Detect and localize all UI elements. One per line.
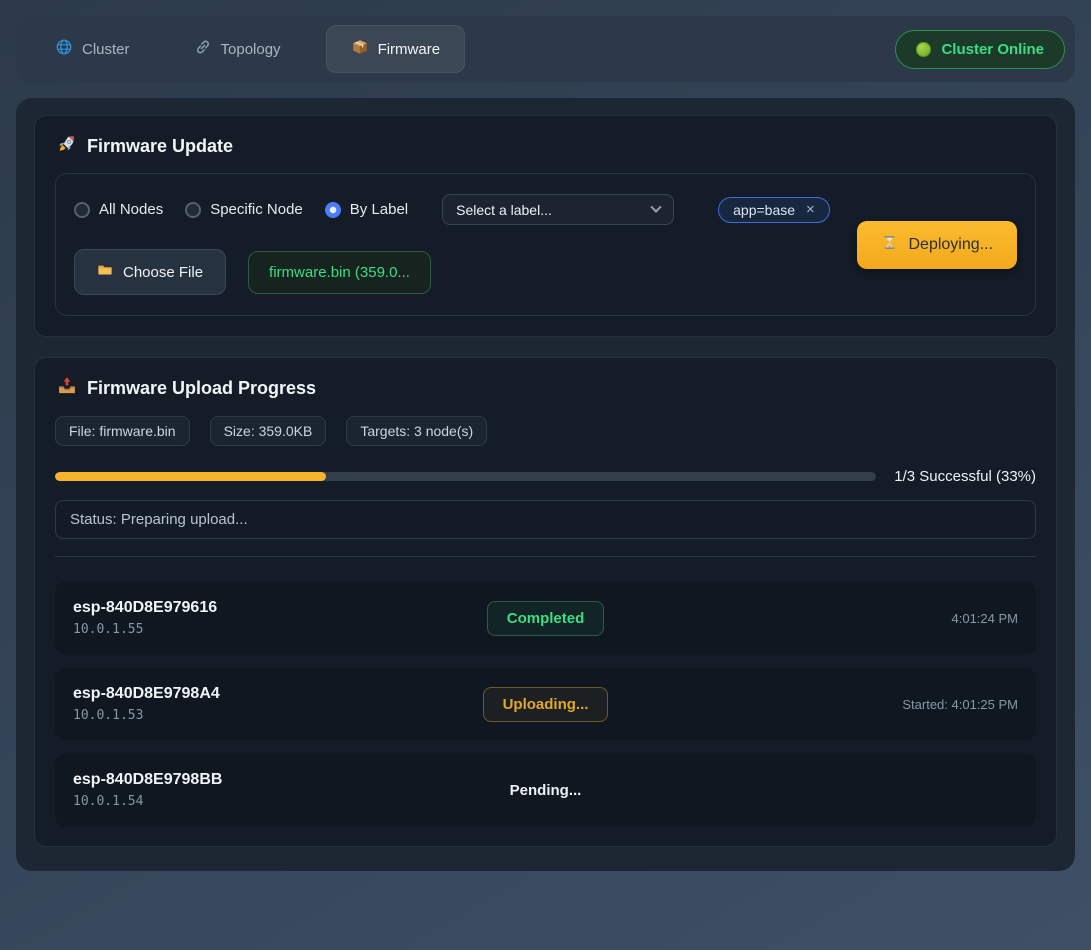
progress-bar xyxy=(55,472,876,481)
package-icon xyxy=(351,38,369,60)
choose-file-button[interactable]: Choose File xyxy=(74,249,226,295)
rocket-icon xyxy=(57,134,77,159)
upload-info-badges: File: firmware.bin Size: 359.0KB Targets… xyxy=(55,416,1036,446)
file-badge: File: firmware.bin xyxy=(55,416,190,446)
node-status-badge: Completed xyxy=(487,601,605,636)
upload-status-box: Status: Preparing upload... xyxy=(55,500,1036,539)
cluster-status-badge: Cluster Online xyxy=(895,30,1065,69)
upload-tray-icon xyxy=(57,376,77,401)
target-radio-bylabel[interactable] xyxy=(325,202,341,218)
node-name: esp-840D8E9798A4 xyxy=(73,685,483,703)
deploy-button[interactable]: Deploying... xyxy=(857,221,1018,269)
node-status-badge: Uploading... xyxy=(483,687,609,722)
target-radio-specific[interactable] xyxy=(185,202,201,218)
radio-by-label[interactable]: By Label xyxy=(325,201,408,218)
label-select-value: Select a label... xyxy=(456,202,552,218)
nav-tabs: Cluster Topology Firmware xyxy=(36,25,895,73)
node-row: esp-840D8E9798A4 10.0.1.53 Uploading... … xyxy=(55,668,1036,740)
folder-icon xyxy=(97,262,113,282)
node-ip: 10.0.1.54 xyxy=(73,794,506,809)
deploy-form: All Nodes Specific Node By Label Select … xyxy=(55,173,1036,316)
file-row: Choose File firmware.bin (359.0... xyxy=(74,249,837,295)
main-content: Firmware Update All Nodes Specific Node … xyxy=(16,98,1075,871)
target-radio-all[interactable] xyxy=(74,202,90,218)
node-row: esp-840D8E979616 10.0.1.55 Completed 4:0… xyxy=(55,582,1036,654)
label-select[interactable]: Select a label... xyxy=(442,194,674,225)
target-mode-radios: All Nodes Specific Node By Label Select … xyxy=(74,194,837,225)
node-name: esp-840D8E979616 xyxy=(73,599,487,617)
tab-label: Topology xyxy=(221,41,281,58)
node-name: esp-840D8E9798BB xyxy=(73,771,506,789)
node-list: esp-840D8E979616 10.0.1.55 Completed 4:0… xyxy=(55,582,1036,826)
upload-progress-title: Firmware Upload Progress xyxy=(55,372,1036,403)
node-status-text: Pending... xyxy=(506,774,586,807)
radio-specific-node[interactable]: Specific Node xyxy=(185,201,303,218)
progress-row: 1/3 Successful (33%) xyxy=(55,468,1036,485)
targets-badge: Targets: 3 node(s) xyxy=(346,416,487,446)
tab-topology[interactable]: Topology xyxy=(175,25,300,73)
tab-cluster[interactable]: Cluster xyxy=(36,25,149,73)
progress-label: 1/3 Successful (33%) xyxy=(894,468,1036,485)
label-tag-text: app=base xyxy=(733,202,795,218)
size-badge: Size: 359.0KB xyxy=(210,416,327,446)
cluster-status-label: Cluster Online xyxy=(941,41,1044,58)
divider xyxy=(55,556,1036,557)
firmware-update-card: Firmware Update All Nodes Specific Node … xyxy=(34,115,1057,337)
hourglass-icon xyxy=(881,234,898,256)
tab-firmware[interactable]: Firmware xyxy=(326,25,466,73)
node-ip: 10.0.1.55 xyxy=(73,622,487,637)
upload-progress-card: Firmware Upload Progress File: firmware.… xyxy=(34,357,1057,847)
top-nav: Cluster Topology Firmware xyxy=(16,16,1075,82)
selected-file-chip: firmware.bin (359.0... xyxy=(248,251,431,294)
tab-label: Firmware xyxy=(378,41,441,58)
node-time: 4:01:24 PM xyxy=(604,611,1018,626)
chevron-down-icon xyxy=(650,201,661,212)
node-ip: 10.0.1.53 xyxy=(73,708,483,723)
green-circle-icon xyxy=(916,42,931,57)
remove-tag-icon[interactable]: × xyxy=(806,202,815,217)
firmware-update-title: Firmware Update xyxy=(55,130,1036,161)
node-time: Started: 4:01:25 PM xyxy=(608,697,1018,712)
radio-all-nodes[interactable]: All Nodes xyxy=(74,201,163,218)
link-icon xyxy=(194,38,212,60)
globe-icon xyxy=(55,38,73,60)
node-row: esp-840D8E9798BB 10.0.1.54 Pending... xyxy=(55,754,1036,826)
tab-label: Cluster xyxy=(82,41,130,58)
progress-fill xyxy=(55,472,326,481)
label-tag: app=base × xyxy=(718,197,830,223)
